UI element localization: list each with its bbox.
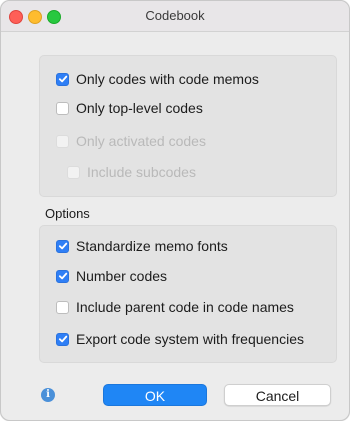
ok-button[interactable]: OK: [103, 384, 207, 406]
standardize-memo-fonts-checkbox[interactable]: [56, 239, 69, 253]
include-subcodes-option: Include subcodes: [67, 163, 196, 181]
include-subcodes-checkbox: [67, 165, 80, 179]
only-activated-codes-label: Only activated codes: [76, 133, 206, 149]
codebook-dialog: Codebook Only codes with code memos Only…: [0, 0, 350, 421]
number-codes-label: Number codes: [76, 268, 168, 284]
only-top-level-codes-label: Only top-level codes: [76, 100, 203, 116]
only-top-level-codes-checkbox[interactable]: [56, 101, 69, 115]
number-codes-option[interactable]: Number codes: [56, 267, 167, 285]
window-title: Codebook: [145, 8, 205, 23]
export-with-frequencies-label: Export code system with frequencies: [76, 331, 304, 347]
only-top-level-codes-option[interactable]: Only top-level codes: [56, 99, 203, 117]
include-subcodes-label: Include subcodes: [87, 164, 196, 180]
checkmark-icon: [58, 272, 67, 280]
only-codes-with-memos-label: Only codes with code memos: [76, 71, 259, 87]
standardize-memo-fonts-label: Standardize memo fonts: [76, 238, 228, 254]
export-with-frequencies-option[interactable]: Export code system with frequencies: [56, 330, 304, 348]
options-section-label: Options: [45, 206, 90, 221]
only-activated-codes-checkbox: [56, 134, 69, 148]
standardize-memo-fonts-option[interactable]: Standardize memo fonts: [56, 237, 228, 255]
info-icon[interactable]: i: [41, 388, 55, 402]
include-parent-code-label: Include parent code in code names: [76, 299, 294, 315]
include-parent-code-option[interactable]: Include parent code in code names: [56, 298, 294, 316]
only-codes-with-memos-option[interactable]: Only codes with code memos: [56, 70, 259, 88]
number-codes-checkbox[interactable]: [56, 269, 69, 283]
checkmark-icon: [58, 242, 67, 250]
export-with-frequencies-checkbox[interactable]: [56, 332, 69, 346]
title-bar: Codebook: [1, 1, 349, 32]
checkmark-icon: [58, 335, 67, 343]
include-parent-code-checkbox[interactable]: [56, 300, 69, 314]
checkmark-icon: [58, 75, 67, 83]
cancel-button[interactable]: Cancel: [224, 384, 331, 406]
only-activated-codes-option: Only activated codes: [56, 132, 206, 150]
only-codes-with-memos-checkbox[interactable]: [56, 72, 69, 86]
